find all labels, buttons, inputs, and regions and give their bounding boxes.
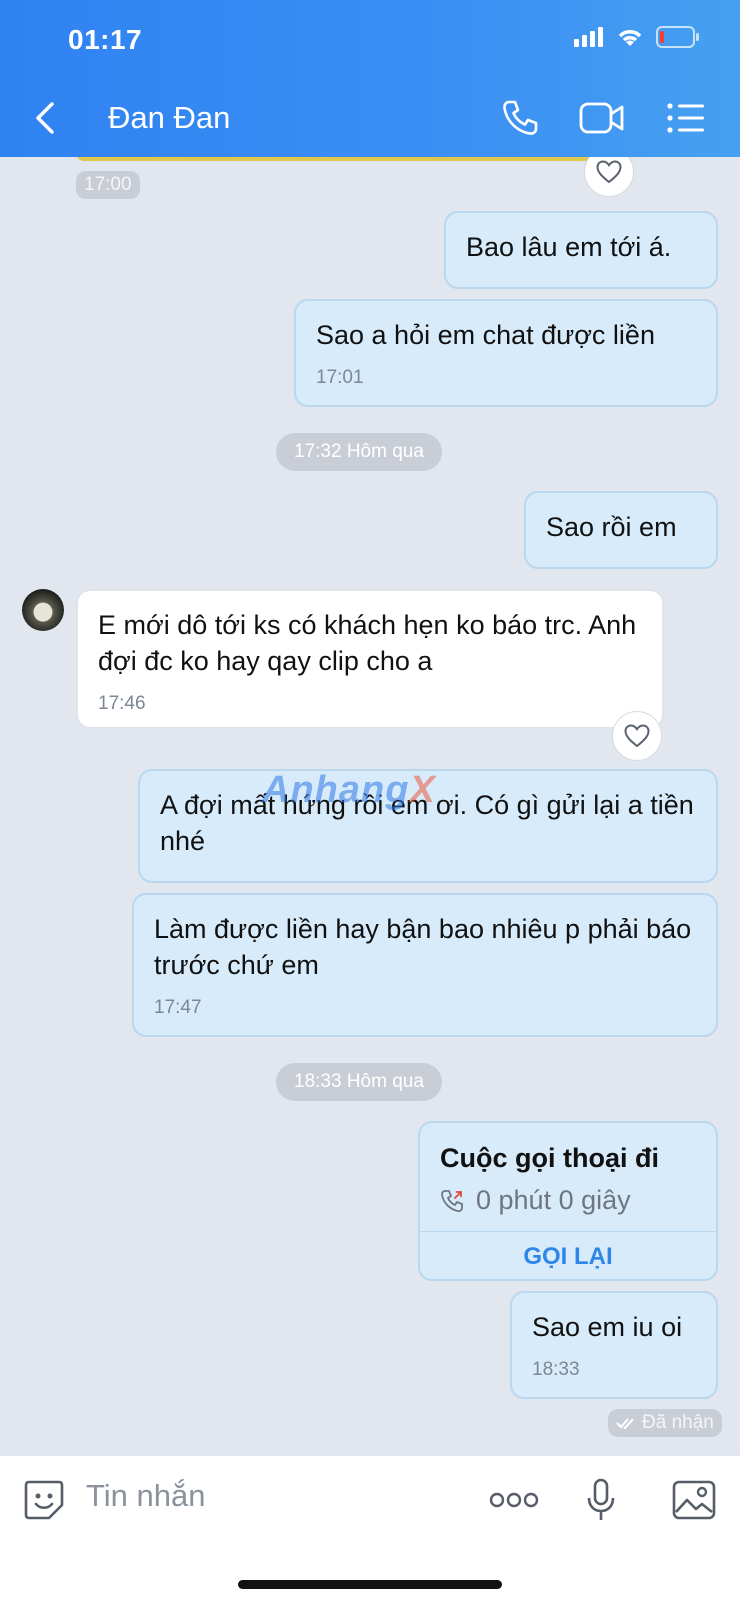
voice-call-button[interactable] — [496, 96, 544, 140]
previous-message-edge — [76, 157, 596, 161]
message-bubble-outgoing[interactable]: Sao rồi em — [524, 491, 718, 569]
message-input[interactable]: Tin nhắn — [86, 1478, 206, 1514]
message-list[interactable]: 17:00 Bao lâu em tới á. Sao a hỏi em cha… — [0, 157, 740, 1455]
like-button[interactable] — [584, 157, 634, 197]
message-bubble-outgoing[interactable]: Sao em iu oi 18:33 — [510, 1291, 718, 1399]
chevron-left-icon — [36, 102, 54, 134]
message-input-bar: Tin nhắn — [0, 1455, 740, 1600]
message-bubble-incoming[interactable]: E mới dô tới ks có khách hẹn ko báo trc.… — [76, 589, 664, 729]
message-time: 17:47 — [154, 997, 202, 1018]
like-button[interactable] — [612, 711, 662, 761]
battery-icon — [656, 26, 700, 53]
message-text: E mới dô tới ks có khách hẹn ko báo trc.… — [98, 610, 637, 676]
signal-icon — [574, 27, 604, 52]
call-duration: 0 phút 0 giây — [476, 1185, 631, 1215]
message-text: Sao em iu oi — [532, 1312, 683, 1342]
double-check-icon — [616, 1418, 634, 1430]
wifi-icon — [616, 26, 644, 53]
contact-avatar[interactable] — [22, 589, 64, 631]
phone-icon — [503, 100, 538, 135]
call-title: Cuộc gọi thoại đi — [440, 1143, 659, 1173]
video-call-button[interactable] — [578, 96, 626, 140]
date-separator: 17:32 Hôm qua — [276, 433, 442, 471]
voice-message-button[interactable] — [584, 1476, 618, 1524]
status-time: 01:17 — [68, 24, 143, 55]
message-bubble-outgoing[interactable]: Bao lâu em tới á. — [444, 211, 718, 289]
microphone-icon — [587, 1478, 615, 1520]
back-button[interactable] — [34, 96, 74, 140]
outgoing-call-icon — [441, 1189, 463, 1212]
video-camera-icon — [579, 102, 624, 134]
call-again-button[interactable]: GỌI LẠI — [420, 1231, 716, 1279]
heart-icon — [624, 724, 650, 748]
message-text: Làm được liền hay bận bao nhiêu p phải b… — [154, 914, 692, 980]
message-text: Bao lâu em tới á. — [466, 232, 672, 262]
sticker-button[interactable] — [22, 1476, 66, 1524]
message-text: Sao a hỏi em chat được liền — [316, 320, 655, 350]
more-options-button[interactable] — [488, 1476, 540, 1524]
message-time: 17:46 — [98, 693, 146, 714]
home-indicator — [238, 1580, 502, 1589]
heart-icon — [596, 160, 622, 184]
message-bubble-outgoing[interactable]: Làm được liền hay bận bao nhiêu p phải b… — [132, 893, 718, 1037]
call-duration-row: 0 phút 0 giây — [440, 1185, 631, 1216]
message-bubble-outgoing[interactable]: Sao a hỏi em chat được liền 17:01 — [294, 299, 718, 407]
delivery-status: Đã nhận — [608, 1409, 722, 1437]
menu-button[interactable] — [662, 96, 710, 140]
watermark-logo: AnhangX — [262, 769, 436, 811]
list-menu-icon — [667, 103, 704, 133]
more-dots-icon — [489, 1492, 539, 1508]
chat-header: 01:17 Đan Đan — [0, 0, 740, 157]
status-icons — [574, 26, 700, 53]
contact-name[interactable]: Đan Đan — [108, 100, 230, 136]
message-time: 18:33 — [532, 1359, 580, 1380]
message-text: Sao rồi em — [546, 512, 677, 542]
date-separator: 18:33 Hôm qua — [276, 1063, 442, 1101]
call-card[interactable]: Cuộc gọi thoại đi 0 phút 0 giây GỌI LẠI — [418, 1121, 718, 1281]
emoji-icon — [24, 1480, 64, 1520]
message-time: 17:00 — [76, 171, 140, 199]
message-time: 17:01 — [316, 367, 364, 388]
delivery-status-text: Đã nhận — [642, 1412, 714, 1433]
image-icon — [672, 1480, 716, 1520]
photo-button[interactable] — [672, 1476, 716, 1524]
